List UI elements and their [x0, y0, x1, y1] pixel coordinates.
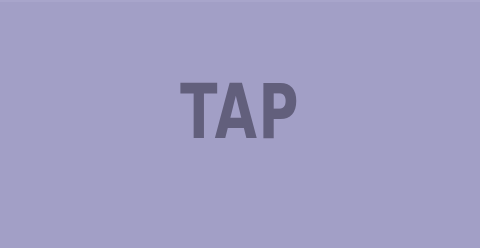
- tap-screen[interactable]: TAP: [0, 0, 480, 248]
- tap-prompt-text: TAP: [180, 67, 300, 156]
- top-edge-divider: [0, 0, 480, 2]
